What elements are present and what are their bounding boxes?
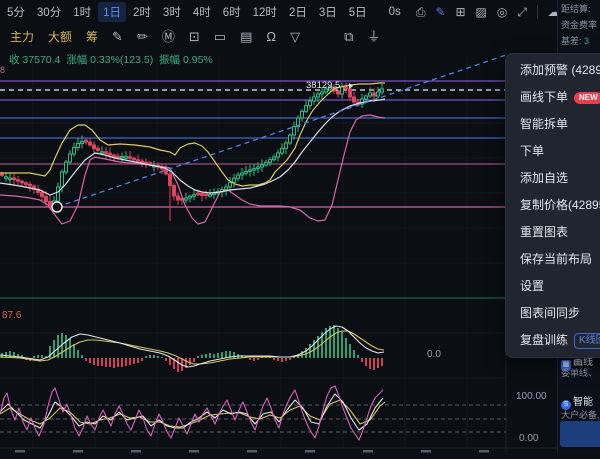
timeframe-5日[interactable]: 5日 — [344, 2, 372, 22]
sidebar-promo-panel[interactable] — [560, 421, 600, 447]
menu-item-添加自选[interactable]: 添加自选 — [506, 165, 600, 192]
svg-text:0.0: 0.0 — [427, 349, 441, 360]
menu-item-图表间同步[interactable]: 图表间同步 — [506, 300, 600, 327]
menu-item-复制价格4289[interactable]: 复制价格(42895.6) — [506, 192, 600, 219]
magnet-icon[interactable]: Ⓜ — [162, 30, 175, 43]
draw-icon[interactable]: ✎ — [435, 6, 445, 18]
note-icon[interactable]: ▤ — [240, 30, 252, 43]
svg-text:38129.5: 38129.5 — [306, 80, 340, 91]
candlestick-chart[interactable]: 38129.5 87.6 0.0 100.00 0.00 — [0, 48, 557, 454]
sidebar-stat: 距结算: — [558, 0, 600, 16]
svg-text:100.00: 100.00 — [516, 391, 547, 402]
tool-筹[interactable]: 筹 — [86, 28, 98, 45]
sidebar-stat: 基差: 3 — [558, 32, 600, 48]
timeframe-1日[interactable]: 1日 — [98, 2, 126, 22]
menu-item-画线下单[interactable]: 画线下单NEW — [506, 84, 600, 111]
settings-icon[interactable]: ◎ — [497, 6, 507, 18]
menu-item-添加预警4289[interactable]: 添加预警 (42895.6) — [506, 57, 600, 84]
chart-canvas[interactable]: 38129.5 87.6 0.0 100.00 0.00 — [0, 48, 557, 454]
clipped-label-fragment: 8 — [0, 65, 5, 75]
timeframe-6时[interactable]: 6时 — [218, 2, 246, 22]
menu-item-智能拆单[interactable]: 智能拆单 — [506, 111, 600, 138]
trash-icon[interactable]: ⏚ — [367, 30, 380, 43]
replay-speed-button[interactable]: 0s — [384, 4, 406, 20]
menu-item-保存当前布局[interactable]: 保存当前布局 — [506, 246, 600, 273]
pen-icon[interactable]: ✏ — [137, 30, 148, 43]
ohlc-legend: 收 37570.4 涨幅 0.33%(123.5) 振幅 0.95% — [9, 52, 213, 67]
timeframe-2时[interactable]: 2时 — [128, 2, 156, 22]
tool-主力[interactable]: 主力 — [10, 28, 34, 45]
sidebar-text[interactable]: 大户必备, — [561, 408, 600, 421]
context-menu: 添加预警 (42895.6)画线下单NEW智能拆单下单添加自选复制价格(4289… — [505, 53, 600, 358]
sidebar-text[interactable]: 委单线、 — [561, 366, 597, 379]
divider — [537, 5, 538, 19]
timeframe-3日[interactable]: 3日 — [314, 2, 342, 22]
menu-item-复盘训练[interactable]: 复盘训练K线回放 — [506, 327, 600, 354]
timeframe-4时[interactable]: 4时 — [188, 2, 216, 22]
svg-text:0.00: 0.00 — [519, 433, 539, 444]
sidebar-stat: 资金费率 — [558, 16, 600, 32]
timeframe-12时[interactable]: 12时 — [248, 2, 282, 22]
duplicate-icon[interactable]: ⧉ — [344, 30, 353, 43]
toolbar-top: 5分30分1时1日2时3时4时6时12时2日3日5日 0s ⎙ ✎ ⊞ ▨ ◎ … — [0, 0, 559, 24]
rect-icon[interactable]: ▭ — [214, 30, 226, 43]
tool-大额[interactable]: 大额 — [48, 28, 72, 45]
timeframe-3时[interactable]: 3时 — [158, 2, 186, 22]
timeframe-30分[interactable]: 30分 — [32, 2, 66, 22]
svg-text:87.6: 87.6 — [2, 310, 22, 321]
menu-item-设置[interactable]: 设置 — [506, 273, 600, 300]
brush-icon[interactable]: ✎ — [112, 30, 123, 43]
fullscreen-icon[interactable]: ⤢ — [517, 6, 527, 18]
timeframe-5分[interactable]: 5分 — [2, 2, 30, 22]
timeframe-2日[interactable]: 2日 — [284, 2, 312, 22]
magnet2-icon[interactable]: Ω — [266, 30, 276, 43]
timeframe-1时[interactable]: 1时 — [68, 2, 96, 22]
new-badge: NEW — [574, 92, 600, 104]
image-icon[interactable]: ▨ — [476, 6, 487, 18]
menu-item-重置图表[interactable]: 重置图表 — [506, 219, 600, 246]
toolbar-drawing: 主力大额筹 ✎ ✏ Ⓜ ⊡ ▭ ▤ Ω ▽ ⧉ ⏚ — [0, 24, 567, 48]
anchor-icon[interactable]: ⊡ — [189, 30, 200, 43]
menu-item-下单[interactable]: 下单 — [506, 138, 600, 165]
camera-icon[interactable]: ⎙ — [416, 6, 426, 18]
kline-replay-badge[interactable]: K线回放 — [574, 333, 600, 349]
add-panel-icon[interactable]: ⊞ — [455, 6, 465, 18]
filter-icon[interactable]: ▽ — [290, 30, 300, 43]
